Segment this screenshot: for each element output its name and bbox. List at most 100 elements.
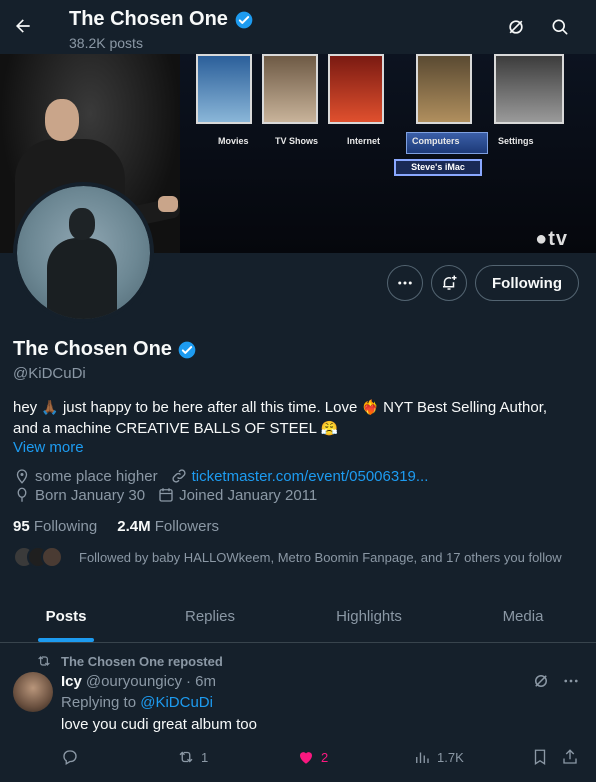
header-title: The Chosen One — [69, 8, 228, 30]
tab-posts[interactable]: Posts — [0, 590, 132, 642]
banner-menu-movies: Movies — [218, 136, 249, 146]
banner-menu-settings: Settings — [498, 136, 534, 146]
tweet[interactable]: The Chosen One reposted Icy @ouryoungicy… — [0, 644, 596, 782]
followed-by-text: Followed by baby HALLOWkeem, Metro Boomi… — [79, 549, 562, 565]
tab-replies-label: Replies — [184, 607, 236, 625]
profile-name-row: The Chosen One — [13, 338, 197, 361]
location-text: some place higher — [35, 467, 158, 485]
notifications-button[interactable] — [431, 265, 467, 301]
repost-button[interactable]: 1 — [177, 748, 208, 766]
calendar-icon — [159, 488, 173, 502]
verified-badge-icon — [178, 341, 196, 358]
follower-avatar — [41, 546, 63, 568]
view-count: 1.7K — [437, 749, 464, 765]
like-count: 2 — [321, 749, 329, 765]
profile-bio: hey 🙏🏾 just happy to be here after all t… — [13, 397, 583, 439]
more-options-button[interactable] — [387, 265, 423, 301]
joined: Joined January 2011 — [157, 486, 317, 504]
like-button[interactable]: 2 — [297, 748, 328, 766]
search-icon — [552, 19, 568, 35]
followers-count: 2.4M — [117, 518, 151, 535]
view-more-link[interactable]: View more — [13, 439, 84, 456]
tweet-author-handle[interactable]: @ouryoungicy — [86, 673, 182, 690]
grok-icon — [509, 20, 523, 34]
followers-label: Followers — [154, 518, 219, 535]
banner-brand: tv — [548, 228, 568, 250]
tweet-text: love you cudi great album too — [61, 716, 257, 733]
tweet-time[interactable]: · 6m — [186, 673, 216, 690]
replying-to-handle[interactable]: @KiDCuDi — [140, 694, 213, 711]
tweet-author-name[interactable]: Icy — [61, 673, 82, 690]
banner-menu-tvshows: TV Shows — [275, 136, 319, 146]
tweet-header: Icy @ouryoungicy · 6m — [61, 673, 216, 690]
grok-button[interactable] — [500, 11, 532, 43]
more-dots-icon — [398, 281, 412, 285]
back-button[interactable] — [6, 9, 40, 43]
header-title-row: The Chosen One — [69, 8, 254, 31]
bio-text-3: NYT Best Selling Author, — [383, 399, 548, 416]
comment-icon — [63, 750, 77, 765]
link-icon — [172, 469, 186, 483]
banner-tv-screen: Movies TV Shows Internet Computers Setti… — [180, 54, 596, 253]
more-dots-icon[interactable] — [562, 672, 580, 690]
bookmark-icon — [534, 749, 546, 766]
bookmark-button[interactable] — [531, 748, 549, 766]
reply-button[interactable] — [61, 748, 79, 766]
joined-text: Joined January 2011 — [179, 486, 318, 504]
following-count: 95 — [13, 518, 30, 535]
location-pin-icon — [16, 469, 28, 484]
repost-icon — [38, 656, 50, 666]
tab-media-label: Media — [502, 607, 544, 625]
profile-name: The Chosen One — [13, 338, 172, 360]
followers-count-link[interactable]: 2.4M Followers — [117, 518, 219, 535]
top-bar: The Chosen One 38.2K posts — [0, 0, 596, 54]
tab-posts-label: Posts — [45, 607, 87, 625]
tweet-top-icons — [532, 672, 580, 690]
balloon-icon — [17, 487, 27, 502]
grok-icon[interactable] — [532, 672, 550, 690]
website: ticketmaster.com/event/05006319... — [170, 467, 429, 485]
verified-badge-icon — [235, 11, 253, 28]
tab-media[interactable]: Media — [450, 590, 596, 642]
arrow-left-icon — [16, 19, 30, 33]
search-button[interactable] — [544, 11, 576, 43]
following-label: Following — [33, 518, 98, 535]
praying-hands-emoji-icon: 🙏🏾 — [41, 399, 59, 415]
share-icon — [563, 749, 577, 764]
replying-prefix: Replying to — [61, 694, 137, 711]
repost-label: The Chosen One reposted — [61, 653, 223, 669]
share-button[interactable] — [561, 748, 579, 766]
banner-submenu: Steve's iMac — [394, 159, 482, 176]
website-link[interactable]: ticketmaster.com/event/05006319... — [192, 468, 429, 485]
heart-on-fire-emoji-icon: ❤️‍🔥 — [361, 399, 379, 415]
heart-filled-icon — [300, 752, 312, 764]
tab-highlights-label: Highlights — [336, 607, 402, 625]
profile-avatar[interactable] — [13, 182, 154, 323]
views-button[interactable]: 1.7K — [413, 748, 464, 766]
banner-menu-internet: Internet — [347, 136, 381, 146]
profile-meta-row-2: Born January 30 Joined January 2011 — [13, 486, 329, 504]
birthday: Born January 30 — [13, 486, 145, 504]
profile-tabs: Posts Replies Highlights Media — [0, 590, 596, 643]
profile-meta-row-1: some place higher ticketmaster.com/event… — [13, 467, 440, 485]
replying-to: Replying to @KiDCuDi — [61, 694, 213, 711]
followed-by-row[interactable]: Followed by baby HALLOWkeem, Metro Boomi… — [13, 546, 562, 568]
bio-text-1: hey — [13, 399, 38, 416]
following-count-link[interactable]: 95 Following — [13, 518, 97, 535]
bell-plus-icon — [443, 275, 457, 290]
tab-replies[interactable]: Replies — [132, 590, 288, 642]
location: some place higher — [13, 467, 158, 485]
tweet-author-avatar[interactable] — [13, 672, 53, 712]
tab-highlights[interactable]: Highlights — [288, 590, 450, 642]
tweet-actions: 1 2 1.7K — [61, 748, 583, 768]
following-button[interactable]: Following — [475, 265, 579, 301]
bar-chart-icon — [416, 752, 429, 763]
steam-face-emoji-icon: 😤 — [320, 420, 339, 436]
posts-count: 38.2K posts — [69, 35, 143, 51]
repost-icon — [179, 751, 193, 763]
repost-indicator: The Chosen One reposted — [36, 653, 223, 669]
active-tab-indicator — [38, 638, 94, 642]
follow-counts: 95 Following 2.4M Followers — [13, 518, 219, 535]
repost-count: 1 — [201, 749, 209, 765]
banner-apple-tv-logo: ●tv — [535, 228, 568, 250]
